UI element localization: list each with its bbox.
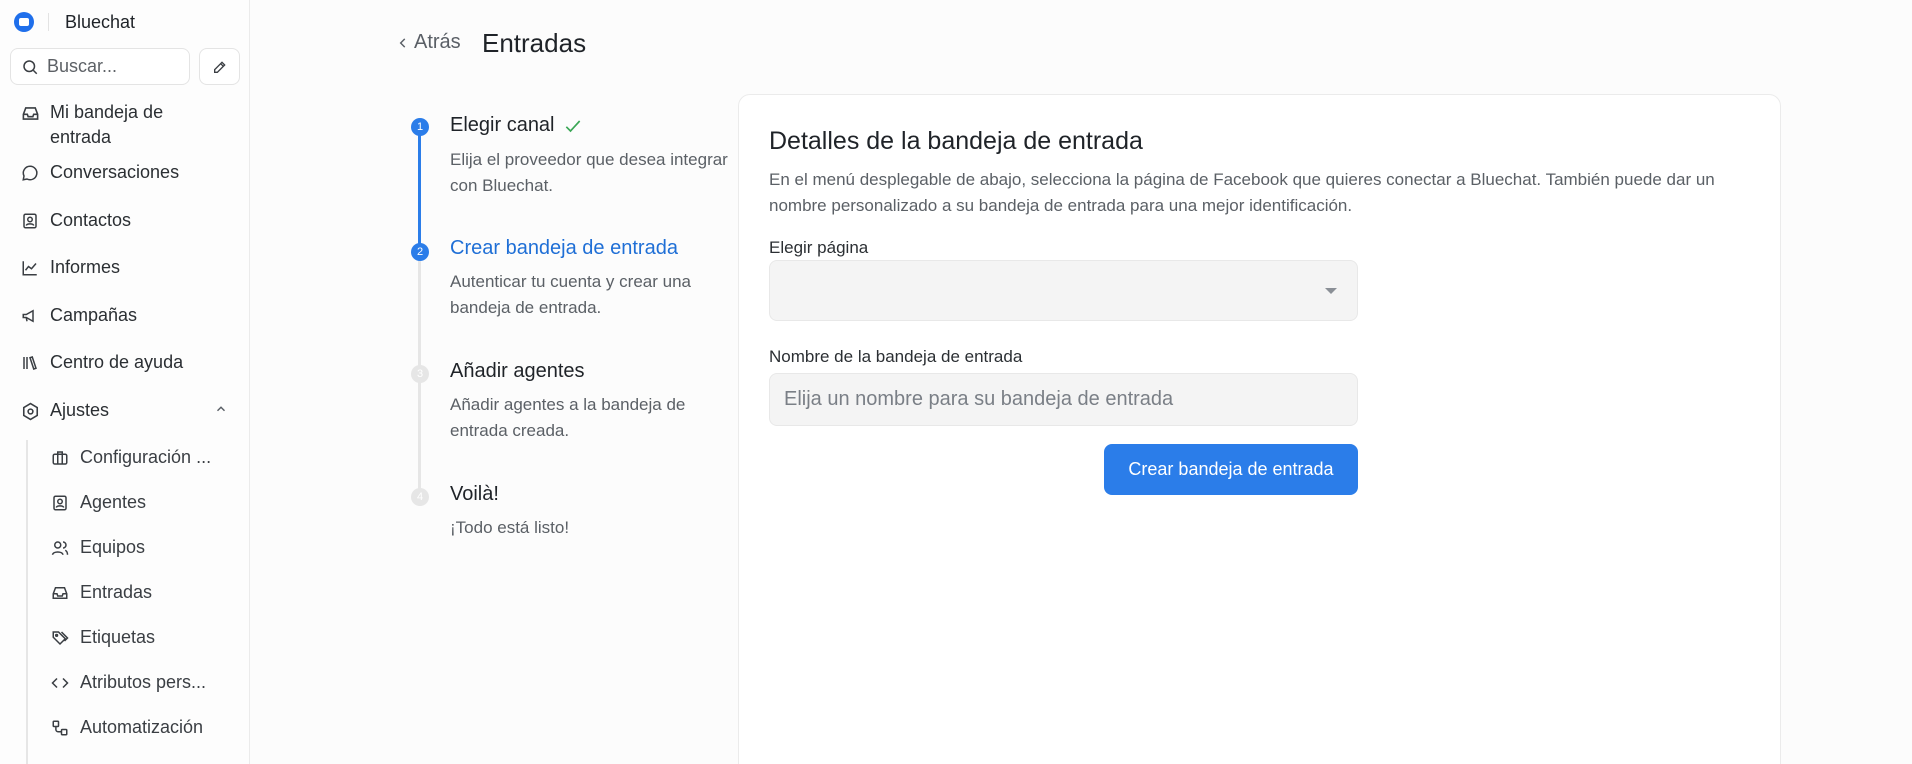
sidebar-item-label: Contactos — [50, 210, 132, 230]
inbox-icon — [20, 103, 40, 123]
back-label: Atrás — [414, 31, 461, 53]
step-description: ¡Todo está listo! — [450, 518, 570, 537]
agent-card-icon — [50, 493, 70, 513]
search-box[interactable] — [10, 48, 190, 85]
sidebar-item-my-inbox[interactable]: Mi bandeja de entrada — [20, 100, 200, 150]
sidebar-item-label: Conversaciones — [50, 162, 180, 182]
inbox-name-label: Nombre de la bandeja de entrada — [769, 347, 1023, 366]
inbox-icon — [50, 583, 70, 603]
search-input[interactable] — [47, 56, 177, 77]
step-title-active: Crear bandeja de entrada — [450, 237, 678, 259]
sidebar-subitem-label: Automatización — [80, 717, 204, 737]
pencil-icon — [213, 60, 226, 73]
card-title: Detalles de la bandeja de entrada — [769, 127, 1143, 155]
page-title: Entradas — [482, 28, 587, 58]
brand[interactable]: Bluechat — [14, 10, 135, 34]
sidebar-subitem-label: Agentes — [80, 492, 147, 512]
sidebar-item-settings[interactable]: Ajustes — [20, 398, 109, 423]
sidebar-subitem-label: Configuración ... — [80, 447, 212, 467]
inbox-details-card: Detalles de la bandeja de entrada En el … — [738, 94, 1781, 764]
page-select-label: Elegir página — [769, 238, 869, 257]
step-number-badge: 4 — [411, 488, 429, 506]
sidebar: Bluechat Mi bandeja de entrada Conversac… — [0, 0, 250, 764]
chat-bubble-icon — [20, 163, 40, 183]
sidebar-subitem-account-settings[interactable]: Configuración ... — [50, 447, 211, 468]
library-icon — [20, 353, 40, 373]
step-description: Elija el proveedor que desea integrar co… — [450, 150, 728, 195]
step-title-text: Elegir canal — [450, 114, 555, 136]
sidebar-item-campaigns[interactable]: Campañas — [20, 303, 137, 328]
sidebar-subitem-custom-attributes[interactable]: Atributos pers... — [50, 672, 206, 693]
step-number-badge: 3 — [411, 365, 429, 383]
sidebar-subitem-label: Atributos pers... — [80, 672, 207, 692]
megaphone-icon — [20, 306, 40, 326]
search-icon — [23, 59, 38, 74]
step-number-badge: 1 — [411, 118, 429, 136]
step-description: Autenticar tu cuenta y crear una bandeja… — [450, 272, 691, 317]
bluechat-logo-icon — [14, 12, 34, 32]
sidebar-item-label: Campañas — [50, 305, 138, 325]
compose-button[interactable] — [199, 48, 240, 85]
app-name: Bluechat — [65, 11, 136, 32]
sidebar-subitem-label: Equipos — [80, 537, 146, 557]
contact-card-icon — [20, 211, 40, 231]
line-chart-icon — [20, 258, 40, 278]
sidebar-subitem-automation[interactable]: Automatización — [50, 717, 203, 738]
automation-icon — [50, 718, 70, 738]
users-icon — [50, 538, 70, 558]
chevron-left-icon — [399, 37, 406, 48]
sidebar-subitem-inboxes[interactable]: Entradas — [50, 582, 152, 603]
sidebar-item-label: Ajustes — [50, 400, 110, 420]
chevron-up-icon[interactable] — [214, 402, 228, 416]
sidebar-subitem-labels[interactable]: Etiquetas — [50, 627, 155, 648]
brand-divider — [48, 13, 49, 31]
settings-submenu-line — [26, 440, 28, 764]
step-title: Añadir agentes — [450, 360, 585, 382]
create-inbox-button[interactable]: Crear bandeja de entrada — [1104, 444, 1358, 495]
briefcase-icon — [50, 448, 70, 468]
sidebar-item-contacts[interactable]: Contactos — [20, 208, 131, 233]
step-connector-done — [418, 127, 421, 252]
step-title: Voilà! — [450, 483, 499, 505]
code-icon — [50, 673, 70, 693]
step-title: Elegir canal — [450, 114, 583, 137]
sidebar-subitem-teams[interactable]: Equipos — [50, 537, 145, 558]
sidebar-subitem-label: Etiquetas — [80, 627, 156, 647]
back-button[interactable]: Atrás — [396, 31, 461, 54]
caret-down-icon — [1325, 288, 1337, 294]
sidebar-item-label: Mi bandeja de entrada — [50, 102, 164, 147]
page-select[interactable] — [769, 260, 1358, 321]
sidebar-subitem-label: Entradas — [80, 582, 153, 602]
inbox-name-input[interactable] — [769, 373, 1358, 426]
sidebar-item-label: Centro de ayuda — [50, 352, 184, 372]
step-description: Añadir agentes a la bandeja de entrada c… — [450, 395, 686, 440]
settings-hexagon-icon — [20, 401, 40, 421]
sidebar-item-reports[interactable]: Informes — [20, 255, 120, 280]
sidebar-item-label: Informes — [50, 257, 121, 277]
step-number-badge: 2 — [411, 243, 429, 261]
sidebar-item-help-center[interactable]: Centro de ayuda — [20, 350, 183, 375]
card-description: En el menú desplegable de abajo, selecci… — [769, 170, 1715, 215]
sidebar-subitem-agents[interactable]: Agentes — [50, 492, 146, 513]
tags-icon — [50, 628, 70, 648]
check-icon — [565, 119, 580, 132]
sidebar-item-conversations[interactable]: Conversaciones — [20, 160, 179, 185]
